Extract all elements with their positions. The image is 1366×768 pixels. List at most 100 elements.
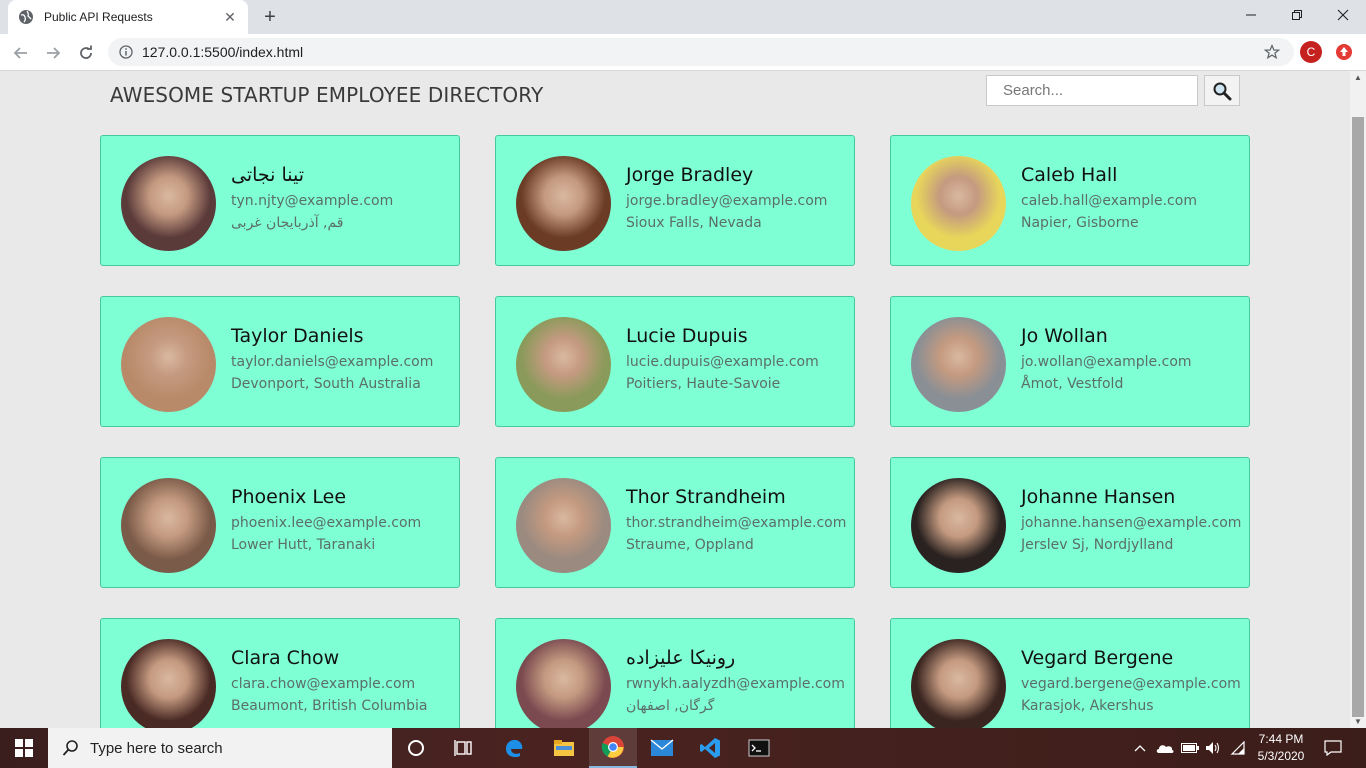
search-icon (62, 740, 78, 756)
employee-email: phoenix.lee@example.com (231, 515, 422, 531)
onedrive-icon[interactable] (1154, 728, 1176, 768)
employee-card[interactable]: Caleb Hall caleb.hall@example.com Napier, … (890, 135, 1250, 266)
employee-info: Jo Wollan jo.wollan@example.com Åmot, Vest… (1021, 325, 1243, 392)
employee-location: گرگان, اصفهان (626, 698, 715, 714)
employee-info: رونیکا علیزاده rwnykh.aalyzdh@example.com… (626, 647, 848, 714)
employee-location: Lower Hutt, Taranaki (231, 537, 376, 553)
reload-button[interactable] (73, 40, 99, 66)
close-icon (1337, 9, 1349, 21)
wifi-icon[interactable] (1228, 728, 1248, 768)
employee-name: Jorge Bradley (626, 164, 754, 186)
employee-email: rwnykh.aalyzdh@example.com (626, 676, 845, 692)
page-title: AWESOME STARTUP EMPLOYEE DIRECTORY (110, 83, 544, 107)
search-button[interactable] (1204, 75, 1240, 106)
terminal-button[interactable] (735, 728, 783, 768)
employee-info: Lucie Dupuis lucie.dupuis@example.com Poit… (626, 325, 848, 392)
clock-time: 7:44 PM (1258, 732, 1304, 746)
employee-card[interactable]: Taylor Daniels taylor.daniels@example.com… (100, 296, 460, 427)
employee-name: Johanne Hansen (1021, 486, 1176, 508)
employee-card[interactable]: Phoenix Lee phoenix.lee@example.com Lower … (100, 457, 460, 588)
employee-card[interactable]: Johanne Hansen johanne.hansen@example.com… (890, 457, 1250, 588)
tray-chevron-up-icon[interactable] (1132, 728, 1148, 768)
employee-email: taylor.daniels@example.com (231, 354, 434, 370)
employee-name: Vegard Bergene (1021, 647, 1174, 669)
chrome-button[interactable] (589, 728, 637, 768)
close-window-button[interactable] (1320, 0, 1366, 30)
terminal-icon (748, 739, 770, 757)
employee-avatar (911, 478, 1006, 573)
notification-icon[interactable] (1318, 728, 1348, 768)
close-tab-icon[interactable]: ✕ (222, 9, 238, 26)
new-tab-button[interactable]: + (258, 6, 282, 28)
browser-toolbar: 127.0.0.1:5500/index.html C (0, 34, 1366, 71)
employee-avatar (121, 639, 216, 728)
reload-icon (80, 45, 92, 59)
clock-date: 5/3/2020 (1257, 749, 1305, 763)
employee-location: قم, آذربایجان غربی (231, 215, 344, 231)
volume-icon[interactable] (1204, 728, 1222, 768)
info-icon[interactable] (118, 44, 134, 60)
employee-info: Jorge Bradley jorge.bradley@example.com Si… (626, 164, 848, 231)
employee-avatar (121, 156, 216, 251)
employee-name: Clara Chow (231, 647, 340, 669)
employee-avatar (516, 639, 611, 728)
employee-name: Taylor Daniels (231, 325, 364, 347)
minimize-icon (1246, 14, 1256, 16)
minimize-button[interactable] (1228, 0, 1274, 30)
battery-icon[interactable] (1180, 728, 1200, 768)
employee-card[interactable]: رونیکا علیزاده rwnykh.aalyzdh@example.com… (495, 618, 855, 728)
file-explorer-button[interactable] (540, 728, 588, 768)
employee-card[interactable]: Vegard Bergene vegard.bergene@example.com… (890, 618, 1250, 728)
start-button[interactable] (0, 728, 48, 768)
extension-icon[interactable] (1334, 42, 1354, 62)
employee-avatar (121, 317, 216, 412)
bookmark-star-icon[interactable] (1262, 42, 1282, 62)
mail-button[interactable] (638, 728, 686, 768)
profile-avatar[interactable]: C (1300, 41, 1322, 63)
employee-name: Thor Strandheim (626, 486, 786, 508)
employee-email: jorge.bradley@example.com (626, 193, 828, 209)
employee-email: lucie.dupuis@example.com (626, 354, 819, 370)
employee-card[interactable]: تینا نجاتی tyn.njty@example.com قم, آذربای… (100, 135, 460, 266)
url-text[interactable]: 127.0.0.1:5500/index.html (142, 44, 303, 60)
employee-avatar (516, 156, 611, 251)
page-viewport: AWESOME STARTUP EMPLOYEE DIRECTORY تینا … (0, 71, 1350, 728)
employee-card[interactable]: Jorge Bradley jorge.bradley@example.com Si… (495, 135, 855, 266)
employee-location: Poitiers, Haute-Savoie (626, 376, 781, 392)
scroll-down-icon[interactable]: ▼ (1354, 717, 1362, 726)
taskbar-clock[interactable]: 7:44 PM 5/3/2020 (1250, 731, 1312, 765)
employee-info: Thor Strandheim thor.strandheim@example.c… (626, 486, 848, 553)
chrome-icon (601, 736, 624, 758)
employee-location: Jerslev Sj, Nordjylland (1021, 537, 1174, 553)
employee-card[interactable]: Lucie Dupuis lucie.dupuis@example.com Poit… (495, 296, 855, 427)
browser-tab[interactable]: Public API Requests ✕ (8, 0, 248, 34)
task-view-button[interactable] (440, 728, 488, 768)
forward-button[interactable] (40, 40, 66, 66)
employee-location: Napier, Gisborne (1021, 215, 1139, 231)
vscode-button[interactable] (686, 728, 734, 768)
taskbar-search-box[interactable]: Type here to search (48, 728, 392, 768)
employee-card[interactable]: Clara Chow clara.chow@example.com Beaumont… (100, 618, 460, 728)
employee-card[interactable]: Thor Strandheim thor.strandheim@example.c… (495, 457, 855, 588)
cortana-button[interactable] (392, 728, 440, 768)
employee-name: Jo Wollan (1021, 325, 1108, 347)
search-input[interactable] (986, 75, 1198, 106)
globe-icon (18, 9, 34, 25)
employee-card[interactable]: Jo Wollan jo.wollan@example.com Åmot, Vest… (890, 296, 1250, 427)
mail-icon (650, 739, 674, 756)
employee-name: Caleb Hall (1021, 164, 1118, 186)
scroll-up-icon[interactable]: ▲ (1354, 73, 1362, 82)
scroll-thumb[interactable] (1352, 117, 1364, 717)
address-bar[interactable]: 127.0.0.1:5500/index.html (108, 38, 1294, 66)
restore-button[interactable] (1274, 0, 1320, 30)
employee-location: Åmot, Vestfold (1021, 376, 1124, 392)
edge-button[interactable] (490, 728, 538, 768)
employee-email: caleb.hall@example.com (1021, 193, 1197, 209)
employee-location: Karasjok, Akershus (1021, 698, 1154, 714)
employee-location: Sioux Falls, Nevada (626, 215, 762, 231)
employee-name: تینا نجاتی (231, 164, 305, 186)
employee-email: tyn.njty@example.com (231, 193, 394, 209)
back-button[interactable] (8, 40, 34, 66)
employee-info: Clara Chow clara.chow@example.com Beaumont… (231, 647, 453, 714)
page-scrollbar[interactable]: ▲ ▼ (1350, 71, 1366, 728)
